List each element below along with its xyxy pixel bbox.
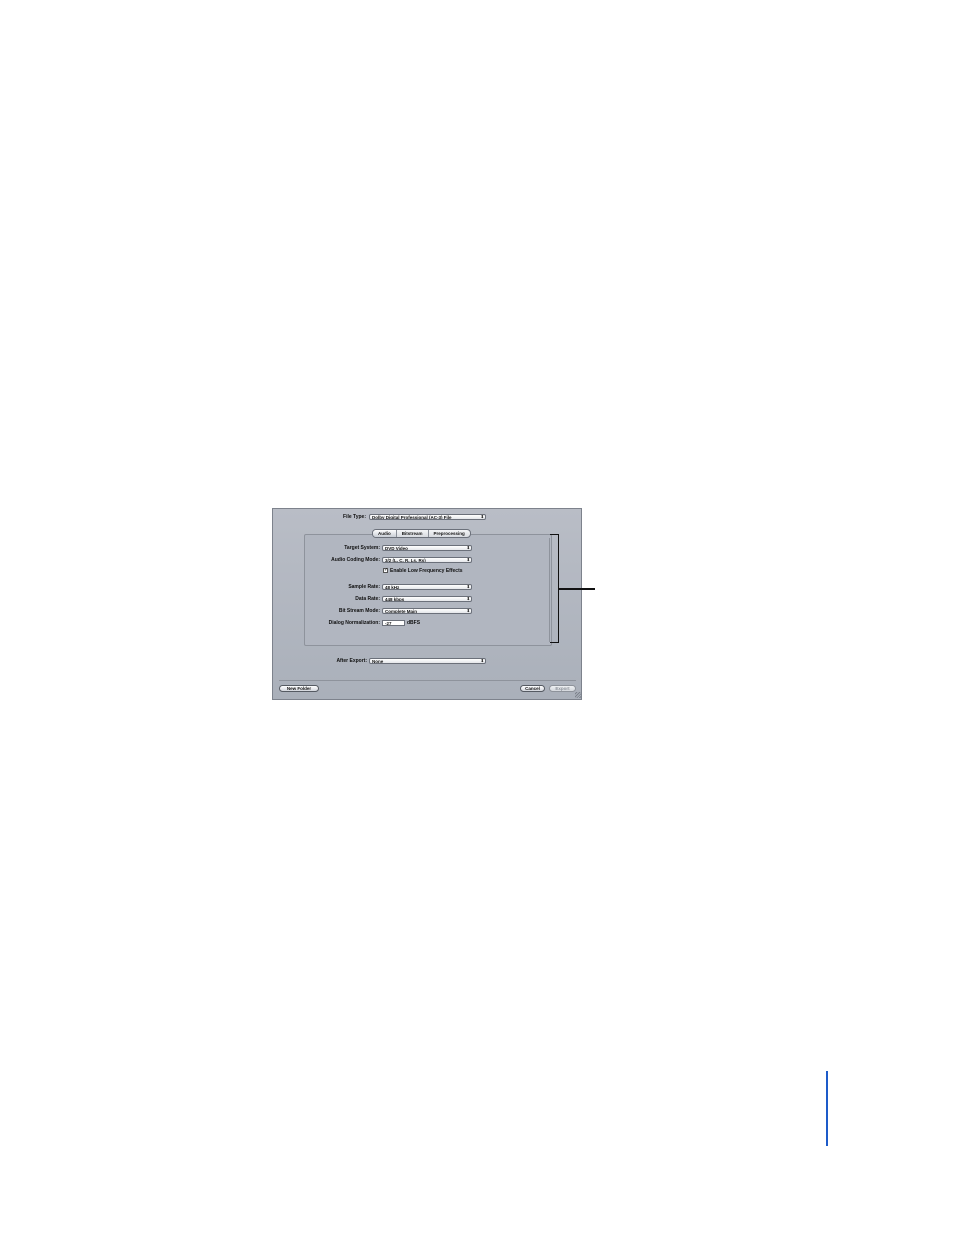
- target-system-value: DVD Video: [385, 546, 408, 551]
- target-system-label: Target System:: [344, 545, 380, 551]
- dialog-normalization-unit: dBFS: [407, 620, 421, 626]
- tab-preprocessing[interactable]: Preprocessing: [427, 530, 470, 537]
- audio-coding-mode-popup[interactable]: 3/2 (L, C, R, Ls, Rs) ⬍: [382, 557, 472, 563]
- file-type-value: Dolby Digital Professional (AC-3) File: [372, 515, 452, 520]
- lfe-checkbox-label: Enable Low Frequency Effects: [390, 568, 463, 574]
- after-export-value: None: [372, 659, 384, 664]
- file-type-label: File Type:: [343, 514, 366, 520]
- sample-rate-label: Sample Rate:: [348, 584, 380, 590]
- popup-arrows-icon: ⬍: [466, 608, 470, 613]
- bit-stream-mode-popup[interactable]: Complete Main ⬍: [382, 608, 472, 614]
- tab-audio[interactable]: Audio: [373, 530, 396, 537]
- audio-coding-mode-value: 3/2 (L, C, R, Ls, Rs): [385, 558, 426, 563]
- file-type-popup[interactable]: Dolby Digital Professional (AC-3) File ⬍: [369, 514, 486, 520]
- dialog-normalization-label: Dialog Normalization:: [328, 620, 380, 626]
- target-system-popup[interactable]: DVD Video ⬍: [382, 545, 472, 551]
- audio-coding-mode-label: Audio Coding Mode:: [331, 557, 380, 563]
- callout-line: [559, 588, 595, 590]
- data-rate-label: Data Rate:: [355, 596, 380, 602]
- popup-arrows-icon: ⬍: [480, 514, 484, 519]
- tab-bitstream[interactable]: Bitstream: [395, 530, 428, 537]
- data-rate-popup[interactable]: 448 kbps ⬍: [382, 596, 472, 602]
- popup-arrows-icon: ⬍: [466, 545, 470, 550]
- resize-grip-icon[interactable]: [575, 692, 581, 698]
- dialog-normalization-field[interactable]: -27: [382, 620, 405, 626]
- popup-arrows-icon: ⬍: [466, 557, 470, 562]
- export-button[interactable]: Export: [549, 685, 576, 692]
- after-export-label: After Export:: [336, 658, 367, 664]
- bottom-separator: [279, 680, 576, 681]
- sample-rate-popup[interactable]: 48 kHz ⬍: [382, 584, 472, 590]
- new-folder-button[interactable]: New Folder: [279, 685, 319, 692]
- settings-tabs: Audio Bitstream Preprocessing: [372, 529, 471, 538]
- popup-arrows-icon: ⬍: [466, 596, 470, 601]
- lfe-checkbox[interactable]: ✓: [383, 568, 388, 573]
- page-margin-rule: [826, 1071, 828, 1146]
- bit-stream-mode-label: Bit Stream Mode:: [338, 608, 380, 614]
- popup-arrows-icon: ⬍: [480, 658, 484, 663]
- after-export-popup[interactable]: None ⬍: [369, 658, 486, 664]
- bit-stream-mode-value: Complete Main: [385, 609, 418, 614]
- cancel-button[interactable]: Cancel: [520, 685, 545, 692]
- sample-rate-value: 48 kHz: [385, 585, 400, 590]
- popup-arrows-icon: ⬍: [466, 584, 470, 589]
- callout-bracket: [550, 534, 559, 643]
- data-rate-value: 448 kbps: [385, 597, 405, 602]
